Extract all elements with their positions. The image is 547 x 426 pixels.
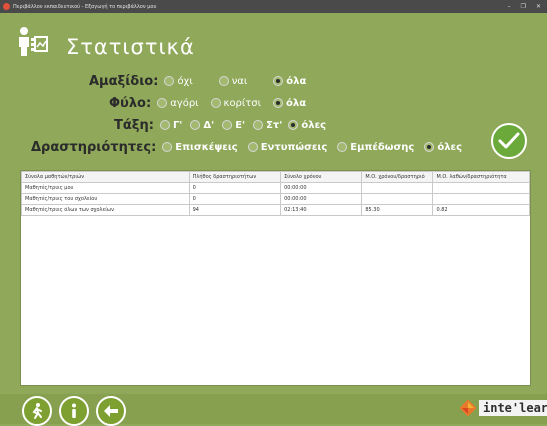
table-cell: 0.82 — [432, 204, 530, 216]
filter-label-taxi: Τάξη: — [114, 117, 154, 133]
table-cell: 00:00:00 — [280, 182, 363, 194]
option-label: αγόρι — [170, 97, 199, 109]
table-cell — [432, 182, 530, 194]
radio-icon — [159, 120, 170, 130]
statistics-table-panel: Σύνολα μαθητών/τριών Πλήθος δραστηριοτήτ… — [20, 170, 531, 386]
radio-icon — [218, 76, 229, 86]
option-fylo-boy[interactable]: αγόρι — [157, 97, 199, 109]
radio-icon — [157, 98, 168, 108]
close-button[interactable]: ✕ — [536, 3, 541, 10]
radio-selected-icon — [273, 76, 284, 86]
radio-icon — [253, 120, 264, 130]
option-label: Εμπέδωσης — [350, 141, 415, 153]
minimize-button[interactable]: – — [508, 3, 511, 10]
page-title: Στατιστικά — [66, 35, 195, 59]
table-cell: 94 — [188, 204, 282, 216]
info-button[interactable] — [59, 396, 89, 426]
table-cell: Μαθητές/τριες μου — [21, 182, 190, 194]
option-drast-consolidation[interactable]: Εμπέδωσης — [337, 142, 414, 153]
table-cell — [361, 182, 434, 194]
option-drast-visits[interactable]: Επισκέψεις — [162, 141, 238, 153]
filter-row-taxi: Τάξη: Γ' Δ' Ε' Στ' όλες — [114, 116, 338, 134]
option-taxi-d[interactable]: Δ' — [190, 120, 214, 131]
back-button[interactable] — [96, 396, 126, 426]
brand-name: inte'learn — [479, 400, 547, 416]
table-row[interactable]: Μαθητές/τριες όλων των σχολείων 94 02:13… — [21, 204, 530, 216]
option-taxi-st[interactable]: Στ' — [253, 120, 282, 131]
option-label: όλες — [301, 119, 327, 131]
option-label: ναι — [231, 75, 248, 87]
table-row[interactable]: Μαθητές/τριες του σχολείου 0 00:00:00 — [21, 193, 530, 205]
window-titlebar: Περιβάλλον εκπαιδευτικού - Εξαγωγή το πε… — [0, 0, 547, 13]
option-taxi-e[interactable]: Ε' — [222, 120, 245, 131]
filter-label-drastiriotites: Δραστηριότητες: — [31, 139, 157, 155]
filter-row-fylo: Φύλο: αγόρι κορίτσι όλα — [109, 94, 318, 112]
option-label: όλα — [286, 97, 307, 109]
table-cell: 00:00:00 — [280, 193, 363, 205]
exit-icon — [32, 403, 42, 419]
statistics-table: Σύνολα μαθητών/τριών Πλήθος δραστηριοτήτ… — [21, 171, 530, 216]
radio-selected-icon — [273, 98, 284, 108]
option-label: Γ' — [172, 119, 183, 131]
option-amaxidio-yes[interactable]: ναι — [218, 75, 248, 87]
back-arrow-icon — [104, 405, 118, 417]
exit-button[interactable] — [22, 396, 52, 426]
column-header[interactable]: Σύνολο χρόνου — [280, 171, 363, 183]
brand-logo: inte'learn — [460, 398, 547, 418]
column-header[interactable]: Μ.Ο. χρόνου/δραστηριό — [361, 171, 434, 183]
filter-row-drastiriotites: Δραστηριότητες: Επισκέψεις Εντυπώσεις Εμ… — [31, 138, 474, 156]
radio-icon — [162, 142, 173, 152]
filter-label-fylo: Φύλο: — [109, 95, 152, 111]
window-title: Περιβάλλον εκπαιδευτικού - Εξαγωγή το πε… — [13, 3, 157, 10]
table-cell: Μαθητές/τριες του σχολείου — [21, 193, 190, 205]
option-label: κορίτσι — [223, 97, 262, 109]
radio-icon — [164, 76, 175, 86]
radio-icon — [210, 98, 221, 108]
radio-icon — [190, 120, 201, 130]
option-drast-all[interactable]: όλες — [424, 142, 462, 153]
column-header[interactable]: Μ.Ο. λαθών/δραστηριότητα — [432, 171, 530, 183]
radio-icon — [247, 142, 258, 152]
table-cell: 02:13:40 — [280, 204, 363, 216]
option-label: όλα — [286, 75, 307, 87]
info-icon — [72, 403, 76, 418]
filter-label-amaxidio: Αμαξίδιο: — [89, 73, 159, 89]
option-label: Επισκέψεις — [175, 141, 238, 153]
option-label: Εντυπώσεις — [260, 141, 328, 153]
radio-icon — [222, 120, 233, 130]
table-cell: Μαθητές/τριες όλων των σχολείων — [21, 204, 190, 216]
option-fylo-girl[interactable]: κορίτσι — [210, 97, 262, 109]
option-amaxidio-all[interactable]: όλα — [273, 76, 306, 87]
table-header-row: Σύνολα μαθητών/τριών Πλήθος δραστηριοτήτ… — [21, 171, 530, 183]
option-label: Στ' — [266, 119, 283, 131]
table-cell: 0 — [188, 182, 282, 194]
student-icon — [19, 27, 48, 56]
radio-icon — [337, 142, 348, 152]
filter-row-amaxidio: Αμαξίδιο: όχι ναι όλα — [89, 72, 318, 90]
option-taxi-all[interactable]: όλες — [288, 120, 326, 131]
option-fylo-all[interactable]: όλα — [273, 98, 306, 109]
maximize-button[interactable]: ❐ — [521, 3, 526, 10]
option-amaxidio-no[interactable]: όχι — [164, 75, 193, 87]
option-drast-impressions[interactable]: Εντυπώσεις — [247, 141, 328, 153]
ok-check-icon[interactable] — [490, 122, 528, 160]
option-label: Ε' — [235, 119, 246, 131]
option-label: Δ' — [203, 119, 215, 131]
column-header[interactable]: Σύνολα μαθητών/τριών — [21, 171, 190, 183]
option-label: όχι — [177, 75, 193, 87]
table-row[interactable]: Μαθητές/τριες μου 0 00:00:00 — [21, 182, 530, 194]
radio-selected-icon — [288, 120, 299, 130]
table-cell: 0 — [188, 193, 282, 205]
table-cell — [361, 193, 434, 205]
column-header[interactable]: Πλήθος δραστηριοτήτων — [188, 171, 282, 183]
table-cell — [432, 193, 530, 205]
option-taxi-g[interactable]: Γ' — [159, 119, 183, 131]
table-cell: 85.30 — [361, 204, 434, 216]
brand-logo-icon — [460, 400, 476, 416]
option-label: όλες — [437, 141, 463, 153]
radio-selected-icon — [424, 142, 435, 152]
app-icon — [3, 3, 10, 10]
